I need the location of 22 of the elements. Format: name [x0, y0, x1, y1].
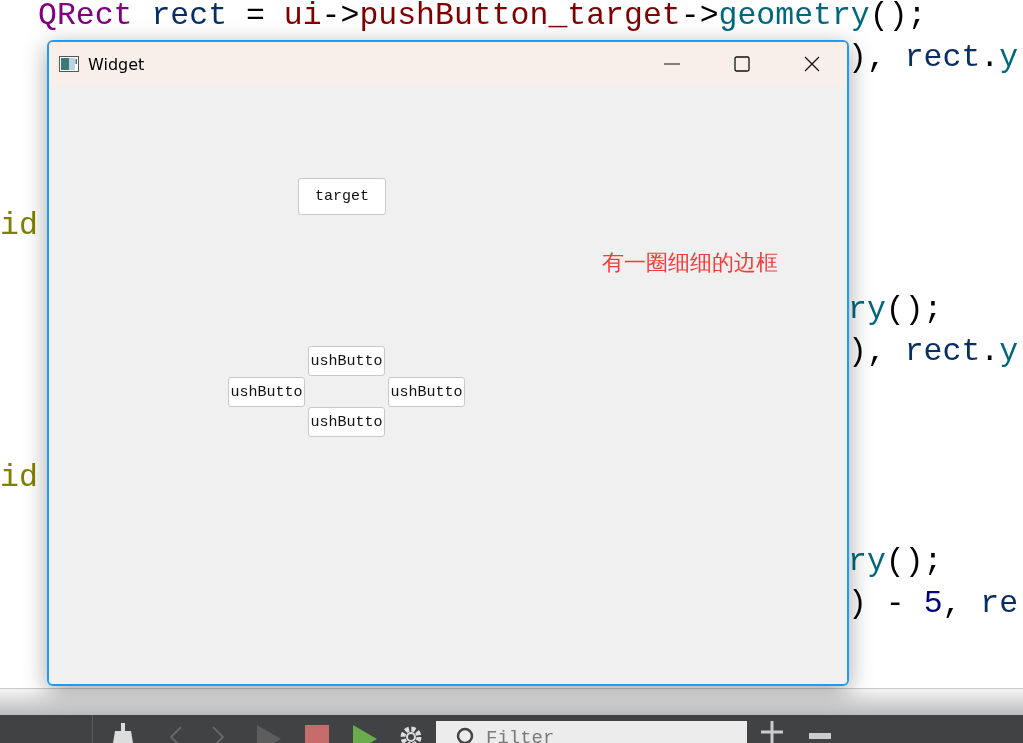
code-line: QRect rect = ui->pushButton_target->geometry(); [38, 0, 927, 33]
code-line: id [0, 460, 38, 495]
push-button[interactable]: ushButto [388, 377, 465, 407]
close-icon [804, 56, 820, 72]
broom-icon[interactable] [113, 723, 133, 743]
code-line: ) - 5, re [848, 586, 1019, 621]
note-label: 有一圈细细的边框 [602, 249, 778, 277]
window-title: Widget [88, 54, 145, 74]
add-icon[interactable] [761, 721, 783, 743]
maximize-icon [734, 56, 750, 72]
code-line: ry(); [848, 292, 943, 327]
app-icon [59, 56, 79, 72]
minimize-icon [664, 63, 680, 65]
filter-field[interactable]: Filter [436, 721, 747, 743]
push-button[interactable]: target [298, 178, 386, 215]
push-button[interactable]: ushButto [228, 377, 305, 407]
code-line: ry(); [848, 544, 943, 579]
code-line: ), rect.y [848, 334, 1019, 369]
push-button[interactable]: ushButto [308, 346, 385, 376]
code-line: id [0, 208, 38, 243]
push-button[interactable]: ushButto [308, 407, 385, 437]
code-line: ), rect.y [848, 40, 1019, 75]
